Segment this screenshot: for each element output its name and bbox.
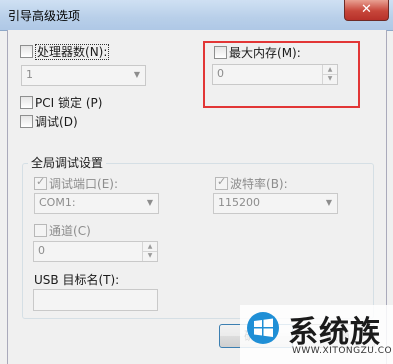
- max-memory-label[interactable]: 最大内存(M):: [229, 44, 301, 61]
- windows-logo-icon: [247, 312, 279, 344]
- channel-checkbox[interactable]: [34, 224, 47, 237]
- close-icon: ✕: [361, 2, 372, 17]
- max-memory-value: 0: [217, 67, 224, 80]
- debug-port-checkbox[interactable]: [34, 175, 47, 190]
- baud-rate-select[interactable]: 115200 ▼: [213, 193, 338, 214]
- processors-checkbox[interactable]: [20, 45, 33, 58]
- baud-rate-label: 波特率(B):: [230, 177, 288, 191]
- watermark: 系统族 WWW.XITONGZU.COM: [240, 305, 393, 364]
- debug-checkbox[interactable]: [20, 115, 33, 128]
- usb-target-input[interactable]: [33, 289, 158, 311]
- usb-target-label: USB 目标名(T):: [34, 273, 120, 287]
- channel-label: 通道(C): [49, 224, 91, 238]
- pci-lock-checkbox[interactable]: [20, 96, 33, 109]
- channel-spinner[interactable]: 0 ▲ ▼: [33, 241, 158, 262]
- pci-lock-label[interactable]: PCI 锁定 (P): [35, 94, 102, 111]
- close-button[interactable]: ✕: [344, 0, 389, 21]
- chevron-down-icon: ▼: [325, 198, 332, 207]
- global-debug-title: 全局调试设置: [28, 154, 107, 171]
- watermark-url: WWW.XITONGZU.COM: [292, 346, 393, 356]
- debug-label[interactable]: 调试(D): [35, 113, 78, 130]
- max-memory-spinner[interactable]: 0 ▲ ▼: [212, 64, 338, 85]
- window-title: 引导高级选项: [8, 9, 81, 23]
- processors-label[interactable]: 处理器数(N):: [35, 43, 110, 60]
- spin-down-icon[interactable]: ▼: [143, 251, 157, 260]
- chevron-down-icon: ▼: [133, 70, 140, 79]
- processors-select[interactable]: 1 ▼: [21, 65, 146, 86]
- processors-value: 1: [26, 68, 33, 81]
- debug-port-label: 调试端口(E):: [49, 177, 119, 191]
- baud-rate-value: 115200: [218, 196, 260, 209]
- spin-down-icon[interactable]: ▼: [323, 74, 337, 83]
- max-memory-checkbox[interactable]: [214, 46, 227, 59]
- chevron-down-icon: ▼: [146, 198, 153, 207]
- title-bar: 引导高级选项 ✕: [0, 0, 393, 31]
- debug-port-select[interactable]: COM1: ▼: [34, 193, 159, 214]
- debug-port-value: COM1:: [39, 196, 76, 209]
- watermark-brand: 系统族: [288, 315, 381, 350]
- channel-value: 0: [38, 244, 45, 257]
- baud-rate-checkbox[interactable]: [215, 175, 228, 190]
